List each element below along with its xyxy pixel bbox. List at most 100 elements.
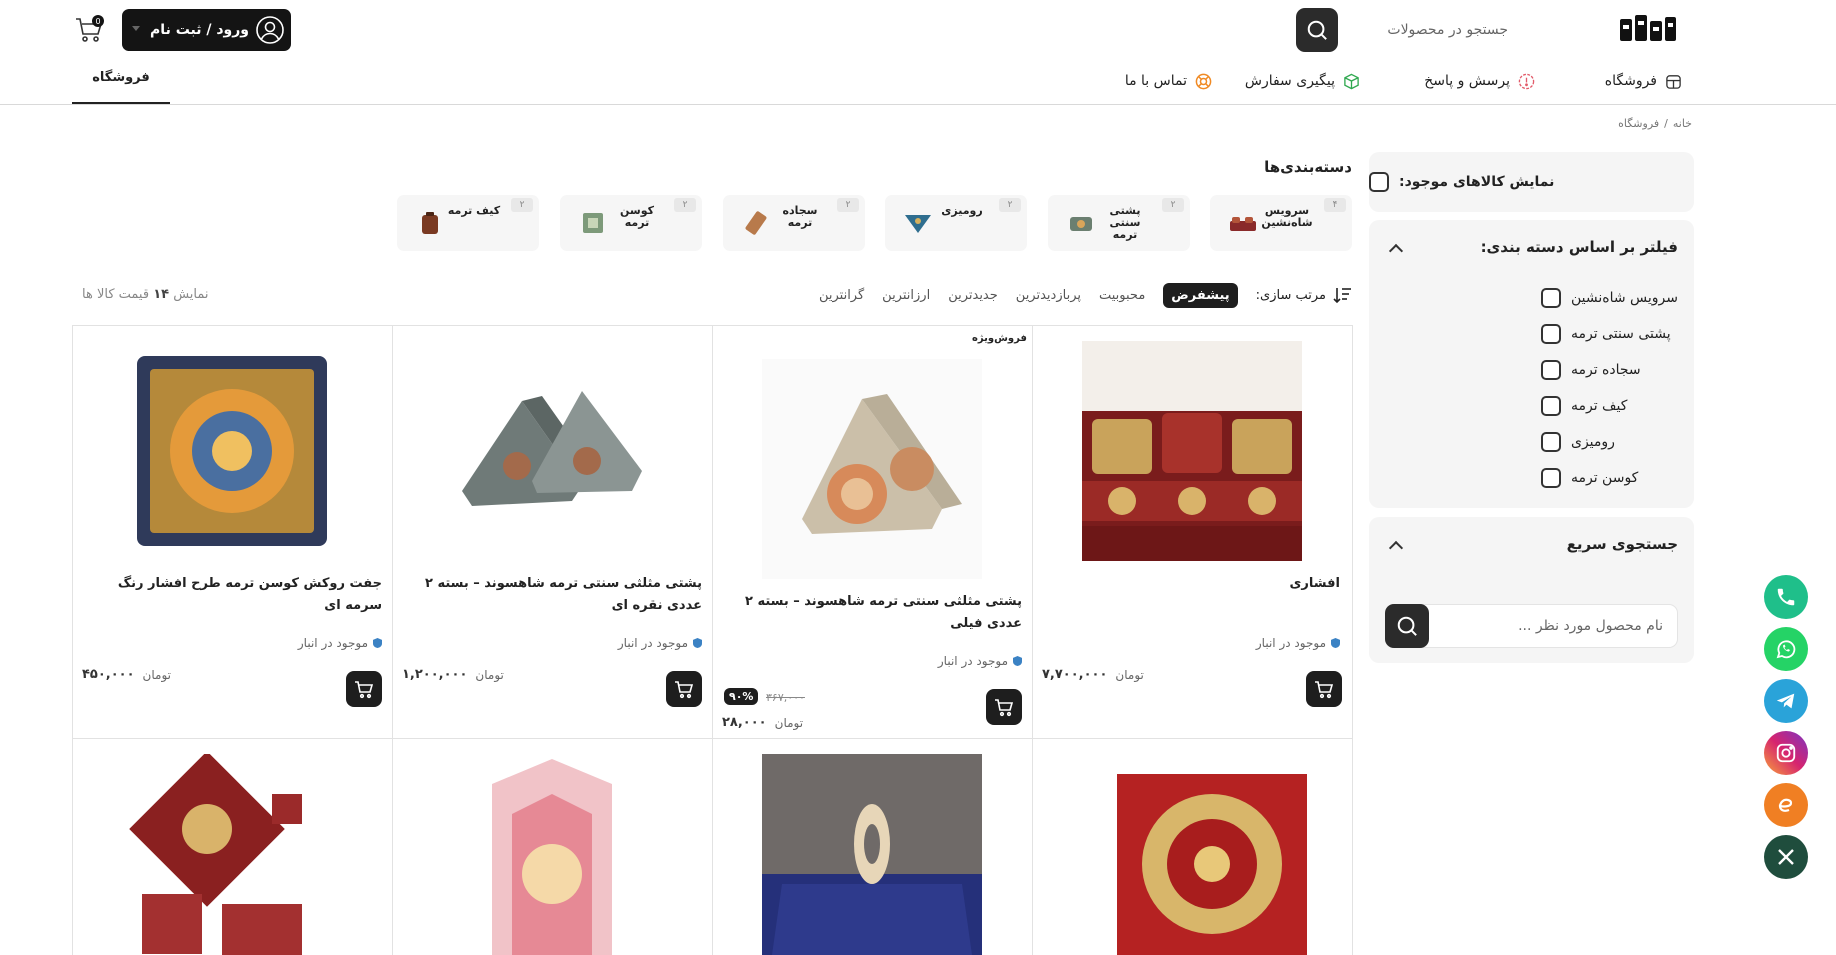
instagram-button[interactable] xyxy=(1764,731,1808,775)
site-logo[interactable] xyxy=(1616,8,1680,52)
stock-status: موجود در انبار xyxy=(618,636,702,650)
stock-status: موجود در انبار xyxy=(938,654,1022,668)
filter-item[interactable]: رومیزی xyxy=(1540,430,1678,454)
add-to-cart-button[interactable] xyxy=(346,671,382,707)
sort-option-default[interactable]: پیشفرض xyxy=(1163,282,1238,308)
product-title[interactable]: افشاری xyxy=(1044,573,1340,595)
filter-checkbox[interactable] xyxy=(1540,324,1561,344)
login-register-button[interactable]: ورود / ثبت نام xyxy=(122,9,291,51)
product-title[interactable]: پشتی مثلثی سنتی ترمه شاهسوند – بسته ۲ عد… xyxy=(406,573,702,617)
product-card[interactable]: پشتی مثلثی سنتی ترمه شاهسوند – بسته ۲ عد… xyxy=(392,325,712,738)
instagram-icon xyxy=(1776,743,1796,763)
product-image[interactable] xyxy=(122,341,342,561)
product-title[interactable]: جفت روکش کوسن ترمه طرح افشار رنگ سرمه ای xyxy=(86,573,382,617)
header-cart[interactable]: 0 xyxy=(70,14,104,48)
quick-search-title: جستجوی سریع xyxy=(1566,535,1678,553)
product-image[interactable] xyxy=(1102,754,1322,955)
filter-item[interactable]: پشتی سنتی ترمه xyxy=(1540,322,1678,346)
close-icon xyxy=(1778,849,1794,865)
filter-checkbox[interactable] xyxy=(1540,396,1561,416)
search-input[interactable] xyxy=(1338,8,1508,52)
box-icon xyxy=(1344,73,1359,89)
sort-icon xyxy=(1333,288,1351,304)
sort-option-most-viewed[interactable]: پربازدیدترین xyxy=(1016,288,1081,303)
in-stock-toggle[interactable]: نمایش کالاهای موجود: xyxy=(1369,152,1694,212)
product-image[interactable] xyxy=(762,359,982,579)
sort-option-newest[interactable]: جدیدترین xyxy=(948,288,998,303)
add-to-cart-button[interactable] xyxy=(1306,671,1342,707)
quick-search-button[interactable] xyxy=(1385,604,1429,648)
sort-option-most-expensive[interactable]: گرانترین xyxy=(819,288,864,303)
cart-icon xyxy=(995,699,1014,717)
eitaa-button[interactable] xyxy=(1764,783,1808,827)
product-image[interactable] xyxy=(122,754,342,955)
product-card[interactable]: فروش‌ویژه پشتی مثلثی سنتی ترمه شاهسوند –… xyxy=(712,325,1032,738)
quick-search-input[interactable] xyxy=(1429,618,1677,634)
add-to-cart-button[interactable] xyxy=(666,671,702,707)
sort-option-cheapest[interactable]: ارزانترین xyxy=(882,288,930,303)
filter-checkbox[interactable] xyxy=(1540,288,1561,308)
category-card[interactable]: ۲ رومیزی xyxy=(885,195,1027,251)
filter-checkbox[interactable] xyxy=(1540,468,1561,488)
category-name: سرویس شاه‌نشین xyxy=(1261,204,1313,229)
sort-option-popularity[interactable]: محبوبیت xyxy=(1099,288,1145,303)
grid-divider xyxy=(1352,325,1353,955)
nav-item-contact[interactable]: تماس با ما xyxy=(1125,70,1212,92)
special-sale-badge: فروش‌ویژه xyxy=(972,333,1027,344)
product-card[interactable]: جفت روکش کوسن ترمه طرح افشار رنگ سرمه ای… xyxy=(72,325,392,738)
product-image[interactable] xyxy=(442,754,662,955)
cart-icon xyxy=(675,681,694,699)
whatsapp-button[interactable] xyxy=(1764,627,1808,671)
result-count: نمایش ۱۴ قیمت کالا ها xyxy=(82,287,209,302)
category-count: ۲ xyxy=(511,198,533,212)
category-card[interactable]: ۴ سرویس شاه‌نشین xyxy=(1210,195,1352,251)
close-social-button[interactable] xyxy=(1764,835,1808,879)
product-card[interactable]: افشاری موجود در انبار تومان ۷,۷۰۰,۰۰۰ xyxy=(1032,325,1352,738)
nav-item-order-tracking[interactable]: پیگیری سفارش xyxy=(1245,70,1360,92)
shop-icon xyxy=(1666,74,1681,89)
filter-item[interactable]: کیف ترمه xyxy=(1540,394,1678,418)
filter-item[interactable]: سرویس شاه‌نشین xyxy=(1540,286,1678,310)
category-count: ۴ xyxy=(1324,198,1346,212)
category-count: ۲ xyxy=(1162,198,1184,212)
breadcrumb-home[interactable]: خانه xyxy=(1673,117,1692,130)
telegram-button[interactable] xyxy=(1764,679,1808,723)
category-card[interactable]: ۲ پشتی سنتی ترمه xyxy=(1048,195,1190,251)
product-price: تومان ۷,۷۰۰,۰۰۰ xyxy=(1042,667,1144,682)
search-icon xyxy=(1397,616,1417,636)
nav-item-shop[interactable]: فروشگاه xyxy=(1605,70,1682,92)
filter-item[interactable]: سجاده ترمه xyxy=(1540,358,1678,382)
stock-status: موجود در انبار xyxy=(1256,636,1340,650)
cart-icon xyxy=(1315,681,1334,699)
sort-bar: مرتب سازی: پیشفرض محبوبیت پربازدیدترین ج… xyxy=(819,281,1352,309)
tab-shop[interactable]: فروشگاه xyxy=(72,70,170,85)
filter-item[interactable]: کوسن ترمه xyxy=(1540,466,1678,490)
product-image[interactable] xyxy=(762,754,982,955)
category-filter-panel: فیلتر بر اساس دسته بندی: سرویس شاه‌نشین … xyxy=(1369,220,1694,508)
phone-button[interactable] xyxy=(1764,575,1808,619)
phone-icon xyxy=(1777,588,1795,606)
in-stock-checkbox[interactable] xyxy=(1369,172,1389,192)
sort-label: مرتب سازی: xyxy=(1256,286,1352,304)
nav-item-faq[interactable]: پرسش و پاسخ xyxy=(1424,70,1535,92)
chevron-up-icon[interactable] xyxy=(1388,540,1404,556)
shield-icon xyxy=(1013,656,1022,666)
chevron-up-icon[interactable] xyxy=(1388,243,1404,259)
add-to-cart-button[interactable] xyxy=(986,689,1022,725)
info-icon xyxy=(1518,73,1535,89)
prayer-mat-thumbnail xyxy=(745,211,767,235)
category-card[interactable]: ۲ کوسن ترمه xyxy=(560,195,702,251)
product-title[interactable]: پشتی مثلثی سنتی ترمه شاهسوند – بسته ۲ عد… xyxy=(726,591,1022,635)
category-card[interactable]: ۲ کیف ترمه xyxy=(397,195,539,251)
old-price: ۳۶۷,۰۰۰ xyxy=(766,691,805,704)
sofa-set-thumbnail xyxy=(1230,217,1256,231)
search-button[interactable] xyxy=(1296,8,1338,52)
filter-checkbox[interactable] xyxy=(1540,432,1561,452)
breadcrumb-separator: / xyxy=(1664,117,1668,130)
filter-checkbox[interactable] xyxy=(1540,360,1561,380)
categories-title: دسته‌بندی‌ها xyxy=(1264,158,1352,176)
category-card[interactable]: ۲ سجاده ترمه xyxy=(723,195,865,251)
product-image[interactable] xyxy=(1082,341,1302,561)
product-image[interactable] xyxy=(442,341,662,561)
product-price: تومان ۲۸,۰۰۰ xyxy=(722,715,804,730)
